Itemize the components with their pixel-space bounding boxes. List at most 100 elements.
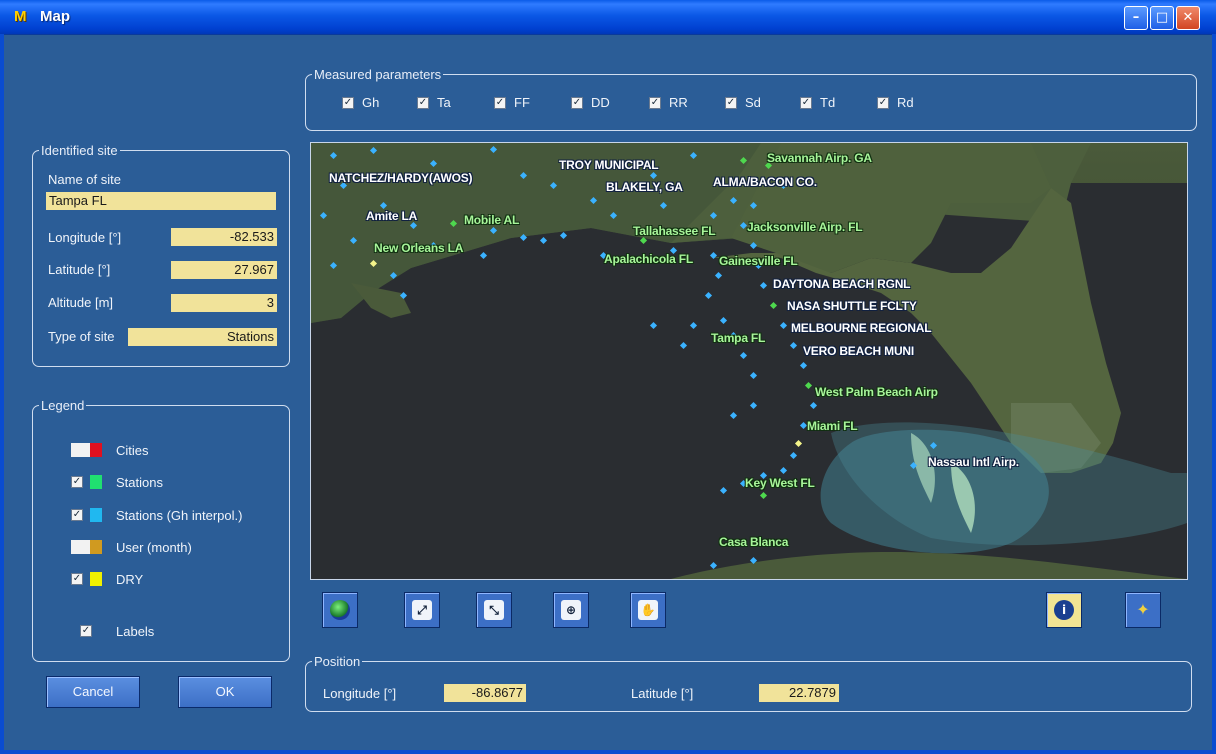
param-ff-label: FF [514, 95, 530, 110]
info-button[interactable]: i [1046, 592, 1082, 628]
hand-icon: ✋ [638, 600, 658, 620]
title-bar[interactable]: M Map – □ ✕ [0, 0, 1216, 35]
globe-button[interactable] [322, 592, 358, 628]
pin-icon: ✦ [1136, 600, 1150, 619]
magnifier-icon: ⊕ [561, 600, 581, 620]
window-frame-right [1212, 34, 1216, 754]
ok-button[interactable]: OK [178, 676, 272, 708]
stations-swatch [90, 475, 102, 489]
close-button[interactable]: ✕ [1176, 6, 1200, 30]
map-label-natchez[interactable]: NATCHEZ/HARDY(AWOS) [329, 171, 473, 185]
labels-label: Labels [116, 624, 155, 639]
map-label-new-orleans[interactable]: New Orleans LA [374, 241, 463, 255]
map-label-west-palm[interactable]: West Palm Beach Airp [815, 385, 938, 399]
map-label-amite[interactable]: Amite LA [366, 209, 417, 223]
map-label-tallahassee[interactable]: Tallahassee FL [633, 224, 716, 238]
collapse-icon: ⤡ [484, 600, 504, 620]
info-icon: i [1054, 600, 1074, 620]
user-month-swatch [90, 540, 102, 554]
user-month-label: User (month) [116, 540, 192, 555]
map-label-blakely[interactable]: BLAKELY, GA [606, 180, 683, 194]
map-label-key-west[interactable]: Key West FL [745, 476, 815, 490]
map-label-jacksonville[interactable]: Jacksonville Airp. FL [747, 220, 863, 234]
window-title: Map [40, 8, 70, 25]
app-icon: M [14, 8, 27, 25]
expand-icon: ⤢ [412, 600, 432, 620]
stations-gh-swatch [90, 508, 102, 522]
maximize-icon: □ [1155, 10, 1169, 25]
map-label-apalachicola[interactable]: Apalachicola FL [604, 252, 693, 266]
minimize-button[interactable]: – [1124, 6, 1148, 30]
map-label-alma[interactable]: ALMA/BACON CO. [713, 175, 817, 189]
param-td-checkbox[interactable]: ✓ [800, 97, 812, 109]
labels-checkbox[interactable]: ✓ [80, 625, 92, 637]
pan-button[interactable]: ✋ [630, 592, 666, 628]
legend-title: Legend [41, 398, 85, 413]
map-label-vero[interactable]: VERO BEACH MUNI [803, 344, 914, 358]
stations-checkbox[interactable]: ✓ [71, 476, 83, 488]
map-label-troy[interactable]: TROY MUNICIPAL [559, 158, 659, 172]
map-label-casa-blanca[interactable]: Casa Blanca [719, 535, 788, 549]
dry-swatch [90, 572, 102, 586]
position-latitude-field[interactable]: 22.7879 [759, 684, 839, 702]
map-view[interactable]: Savannah Airp. GA TROY MUNICIPAL NATCHEZ… [310, 142, 1188, 580]
longitude-field[interactable]: -82.533 [171, 228, 277, 246]
altitude-field[interactable]: 3 [171, 294, 277, 312]
zoom-full-extent-button[interactable]: ⤢ [404, 592, 440, 628]
pin-button[interactable]: ✦ [1125, 592, 1161, 628]
param-ff-checkbox[interactable]: ✓ [494, 97, 506, 109]
legend-group: Legend [32, 398, 290, 662]
site-name-field[interactable]: Tampa FL [46, 192, 276, 210]
map-label-gainesville[interactable]: Gainesville FL [719, 254, 798, 268]
window-frame-bottom [0, 750, 1216, 754]
map-label-daytona[interactable]: DAYTONA BEACH RGNL [773, 277, 911, 291]
param-rr-checkbox[interactable]: ✓ [649, 97, 661, 109]
param-ta-checkbox[interactable]: ✓ [417, 97, 429, 109]
param-rd-checkbox[interactable]: ✓ [877, 97, 889, 109]
param-gh-checkbox[interactable]: ✓ [342, 97, 354, 109]
position-group: Position [305, 654, 1192, 712]
param-dd-label: DD [591, 95, 610, 110]
cities-swatch [90, 443, 102, 457]
param-rd-label: Rd [897, 95, 914, 110]
dry-checkbox[interactable]: ✓ [71, 573, 83, 585]
latitude-label: Latitude [°] [48, 262, 111, 277]
map-label-melbourne[interactable]: MELBOURNE REGIONAL [791, 321, 932, 335]
cities-swatch-blank [71, 443, 90, 457]
param-ta-label: Ta [437, 95, 451, 110]
close-icon: ✕ [1182, 10, 1194, 25]
latitude-field[interactable]: 27.967 [171, 261, 277, 279]
stations-gh-label: Stations (Gh interpol.) [116, 508, 243, 523]
param-rr-label: RR [669, 95, 688, 110]
cancel-button[interactable]: Cancel [46, 676, 140, 708]
zoom-in-button[interactable]: ⊕ [553, 592, 589, 628]
altitude-label: Altitude [m] [48, 295, 114, 310]
zoom-fit-button[interactable]: ⤡ [476, 592, 512, 628]
map-label-savannah[interactable]: Savannah Airp. GA [767, 151, 872, 165]
param-td-label: Td [820, 95, 836, 110]
stations-label: Stations [116, 475, 163, 490]
stations-gh-checkbox[interactable]: ✓ [71, 509, 83, 521]
globe-icon [330, 600, 350, 620]
map-window: M Map – □ ✕ Identified site Name of site… [0, 0, 1216, 754]
map-label-nassau[interactable]: Nassau Intl Airp. [928, 455, 1019, 469]
map-terrain [311, 143, 1187, 579]
maximize-button[interactable]: □ [1150, 6, 1174, 30]
map-label-miami[interactable]: Miami FL [807, 419, 858, 433]
param-dd-checkbox[interactable]: ✓ [571, 97, 583, 109]
site-type-field[interactable]: Stations [128, 328, 277, 346]
param-sd-checkbox[interactable]: ✓ [725, 97, 737, 109]
map-label-mobile[interactable]: Mobile AL [464, 213, 519, 227]
position-longitude-label: Longitude [°] [323, 686, 397, 701]
map-label-nasa[interactable]: NASA SHUTTLE FCLTY [787, 299, 917, 313]
position-legend: Position [314, 654, 361, 669]
map-label-tampa[interactable]: Tampa FL [711, 331, 765, 345]
position-longitude-field[interactable]: -86.8677 [444, 684, 526, 702]
position-latitude-label: Latitude [°] [631, 686, 694, 701]
measured-parameters-legend: Measured parameters [314, 67, 442, 82]
longitude-label: Longitude [°] [48, 230, 122, 245]
param-gh-label: Gh [362, 95, 380, 110]
window-frame-left [0, 34, 4, 754]
cities-label: Cities [116, 443, 149, 458]
site-name-label: Name of site [48, 172, 121, 187]
